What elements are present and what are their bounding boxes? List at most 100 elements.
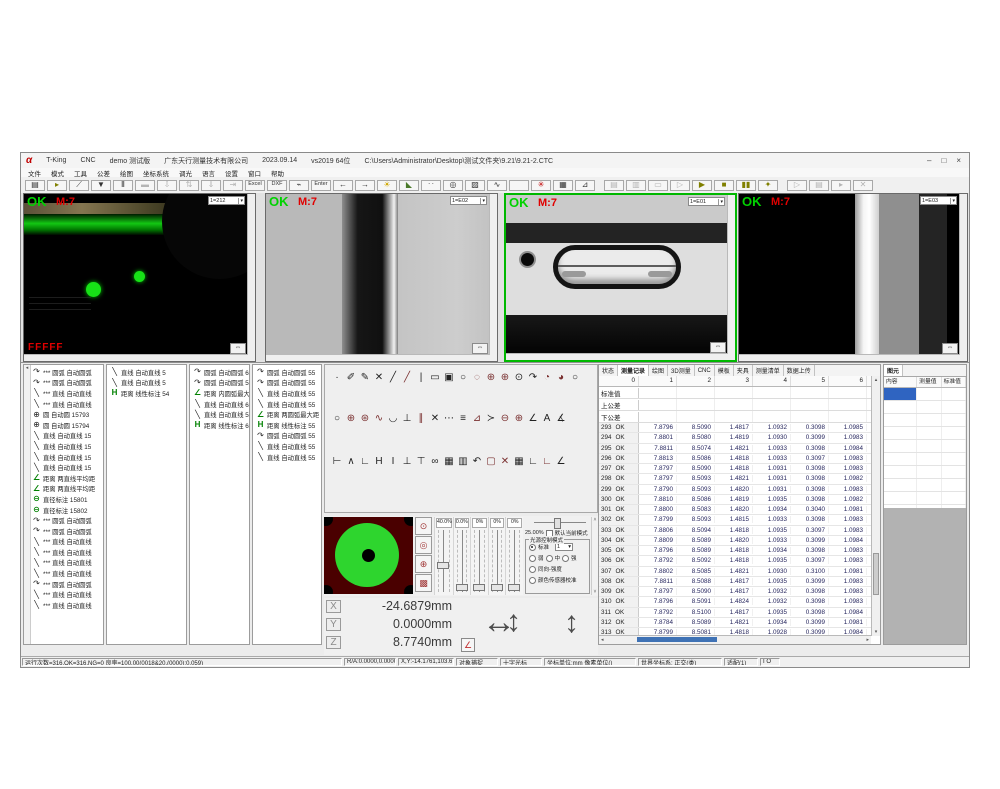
table-tab-6[interactable]: 模板 [715, 365, 734, 376]
mode-standard-radio[interactable] [529, 544, 536, 551]
camera-view-1[interactable]: FFFFF OK M:7 1=212▾ ⇔ [23, 193, 256, 362]
menu-item-4[interactable]: 公差 [97, 168, 110, 178]
coord-3-tool[interactable]: ∠ [554, 456, 568, 468]
rect-tool[interactable]: ▭ [428, 372, 442, 384]
ring-light-indicator[interactable] [324, 517, 413, 594]
text-tool[interactable]: A [540, 413, 554, 425]
table-row[interactable]: 298OK7.87978.50931.48211.09310.30981.098… [599, 474, 871, 484]
play-button[interactable]: ▶ [692, 180, 712, 191]
circle-minus-tool[interactable]: ⊖ [498, 413, 512, 425]
list-item[interactable]: ╲直线 自动直线 55 [192, 409, 249, 420]
list-item[interactable]: ∠距离 内圆弧最大距 [192, 388, 249, 399]
table-tab-8[interactable]: 测量清单 [753, 365, 784, 376]
table-tab-2[interactable]: 测量记录 [618, 365, 649, 376]
table-row[interactable]: 306OK7.87928.50921.48181.09350.30971.098… [599, 556, 871, 566]
list-item[interactable]: ╲直线 自动直线 15 [31, 462, 103, 473]
copy-tool[interactable]: ▥ [456, 456, 470, 468]
camera-1-resize-icon[interactable]: ⇔ [230, 343, 246, 354]
camera-3-hscrollbar[interactable] [506, 353, 728, 360]
table-row[interactable]: 308OK7.88118.50881.48171.09350.30991.098… [599, 577, 871, 587]
table-row[interactable]: 310OK7.87968.50911.48241.09320.30981.098… [599, 597, 871, 607]
table-row[interactable]: 304OK7.88098.50891.48201.09330.30991.098… [599, 536, 871, 546]
list-item[interactable]: H距离 线性标注 66 [192, 420, 249, 431]
list-item[interactable]: ╲*** 直线 自动直线 [31, 399, 103, 410]
pause-button[interactable]: ▮▮ [736, 180, 756, 191]
table-row[interactable]: 303OK7.88068.50941.48181.09350.30971.098… [599, 526, 871, 536]
camera-3-source-select[interactable]: 1=E01▾ [688, 197, 725, 206]
dist-i-tool[interactable]: I [386, 456, 400, 468]
camera-2-source-select[interactable]: 1=E02▾ [450, 196, 487, 205]
detail-row[interactable] [884, 414, 966, 427]
scroll-up-icon[interactable]: ▴ [872, 376, 880, 384]
list-item[interactable]: ↷圆弧 自动圆弧 55 [255, 378, 321, 389]
mode-direction-radio[interactable] [529, 566, 536, 573]
divider-tool[interactable]: | [414, 372, 428, 384]
points-tool[interactable]: ⋯ [442, 413, 456, 425]
light-channel-button-1[interactable]: ⊙ [415, 517, 432, 535]
table-row[interactable]: 302OK7.87998.50931.48151.09330.30981.098… [599, 515, 871, 525]
list-item[interactable]: ╲直线 自动直线 5 [109, 367, 186, 378]
menu-item-6[interactable]: 坐标系统 [143, 168, 169, 178]
excel-export-button[interactable]: Excel [245, 180, 265, 191]
list-item[interactable]: ╲*** 直线 自动直线 [31, 558, 103, 569]
list-item[interactable]: ╲直线 自动直线 55 [255, 441, 321, 452]
table-row[interactable]: 309OK7.87978.50901.48171.09320.30981.098… [599, 587, 871, 597]
pick-move-tool[interactable]: ✎ [358, 372, 372, 384]
table-hscrollbar[interactable]: ◂ ▸ [599, 635, 871, 644]
menu-item-8[interactable]: 语言 [202, 168, 215, 178]
camera-view-4[interactable]: OK M:7 1=E03▾ ⇔ [738, 193, 968, 362]
table-row[interactable]: 307OK7.88028.50851.48211.09300.31001.098… [599, 567, 871, 577]
dist-t-tool[interactable]: ⊥ [400, 456, 414, 468]
list-item[interactable]: ╲直线 自动直线 55 [255, 388, 321, 399]
camera-1-source-select[interactable]: 1=212▾ [208, 196, 245, 205]
cross-tool[interactable]: ✕ [428, 413, 442, 425]
run-button[interactable]: ✦ [758, 180, 778, 191]
dist-base-tool[interactable]: ⊤ [414, 456, 428, 468]
light-channel-button-2[interactable]: ◎ [415, 536, 432, 554]
detail-row[interactable] [884, 401, 966, 414]
hatch-button[interactable]: ▨ [465, 180, 485, 191]
list-item[interactable]: ╲*** 直线 自动直线 [31, 568, 103, 579]
grid-tool[interactable]: ▦ [442, 456, 456, 468]
list-item[interactable]: ╲直线 自动直线 5 [109, 378, 186, 389]
parallel-tool[interactable]: ∥ [414, 413, 428, 425]
list-item[interactable]: ∠距离 两直线平均距 [31, 484, 103, 495]
table-row[interactable]: 299OK7.87908.50931.48201.09310.30981.098… [599, 485, 871, 495]
list-item[interactable]: ╲直线 自动直线 15 [31, 431, 103, 442]
intersection-tool[interactable]: ✕ [372, 372, 386, 384]
spline-tool[interactable]: ∿ [372, 413, 386, 425]
menu-item-1[interactable]: 文件 [28, 168, 41, 178]
menu-item-10[interactable]: 窗口 [248, 168, 261, 178]
circle-hatch-2-tool[interactable]: ⊕ [344, 413, 358, 425]
mode-sensor-radio[interactable] [529, 577, 536, 584]
light-slider-4[interactable]: 0% [488, 517, 506, 595]
camera-4-vscrollbar[interactable] [959, 194, 967, 361]
camera-2-hscrollbar[interactable] [266, 354, 490, 361]
angle-open-tool[interactable]: ⊿ [470, 413, 484, 425]
delete-tool[interactable]: ✕ [498, 456, 512, 468]
save-button[interactable]: ▤ [25, 180, 45, 191]
axis-toggle-button[interactable]: ∠ [461, 638, 475, 652]
list-item[interactable]: ∠距离 两直线平均距 [31, 473, 103, 484]
slot-tool[interactable]: ◡ [386, 413, 400, 425]
scroll-down-icon[interactable]: ▾ [872, 628, 880, 636]
prev-button[interactable]: ← [333, 180, 353, 191]
camera-view-3-selected[interactable]: OK M:7 1=E01▾ ⇔ [504, 193, 737, 362]
caliper-button[interactable]: Ⅱ [113, 180, 133, 191]
camera-view-2[interactable]: OK M:7 1=E02▾ ⇔ [265, 193, 498, 362]
light-options-scrollbar[interactable]: ˄ ˅ [591, 517, 598, 595]
list-item[interactable]: ╲*** 直线 自动直线 [31, 388, 103, 399]
camera-1-vscrollbar[interactable] [247, 194, 255, 361]
list-item[interactable]: ↷圆弧 自动圆弧 55 [192, 378, 249, 389]
camera-2-resize-icon[interactable]: ⇔ [472, 343, 488, 354]
list-item[interactable]: ╲直线 自动直线 55 [255, 399, 321, 410]
rect-scan-tool[interactable]: ▣ [442, 372, 456, 384]
menu-item-5[interactable]: 绘图 [120, 168, 133, 178]
menu-item-2[interactable]: 模式 [51, 168, 64, 178]
list1-scrollbar[interactable]: ◂ [24, 365, 31, 644]
list-item[interactable]: ⊖直径标注 15801 [31, 494, 103, 505]
table-tab-4[interactable]: 3D测量 [668, 365, 695, 376]
dist-corner-tool[interactable]: ∟ [358, 456, 372, 468]
camera-4-hscrollbar[interactable] [739, 354, 960, 361]
list-item[interactable]: ╲直线 自动直线 55 [255, 452, 321, 463]
